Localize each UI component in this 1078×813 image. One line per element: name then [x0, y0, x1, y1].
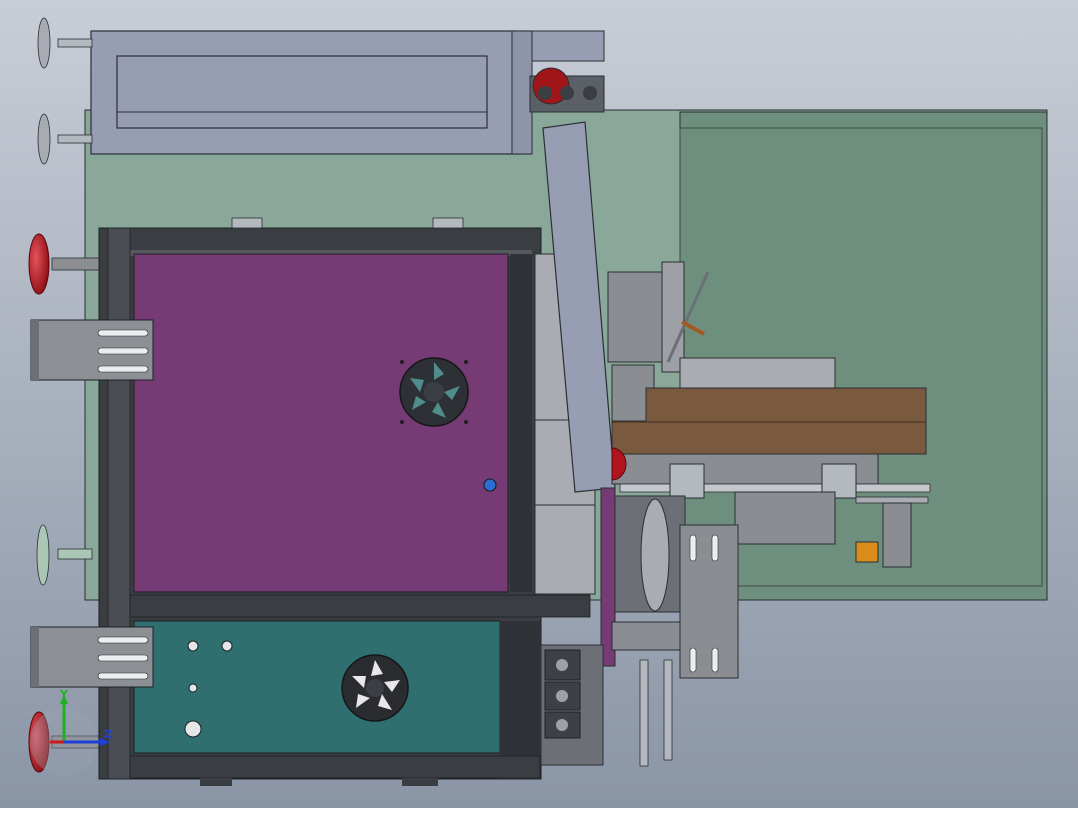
roller-hub-2	[560, 86, 574, 100]
bearing-block-1	[669, 463, 705, 499]
cad-viewport[interactable]: Y Z	[0, 0, 1078, 808]
slide-box	[679, 357, 836, 389]
pulley-disc	[640, 498, 670, 612]
blue-indicator	[483, 478, 497, 492]
triad-y-label: Y	[59, 688, 69, 701]
indicator-3	[188, 683, 198, 693]
wood-plank-bottom	[611, 421, 927, 455]
assembly-drawing: Y Z	[0, 0, 1078, 808]
top-guard-post	[511, 30, 533, 155]
wood-plank-top	[645, 387, 927, 423]
top-guard-bracket	[531, 30, 605, 62]
mechanism-block	[607, 271, 665, 363]
orange-motor	[855, 541, 879, 563]
top-guard-frame	[90, 30, 532, 155]
triad-z-label: Z	[104, 728, 112, 741]
right-plate-inner	[679, 127, 1043, 587]
top-tab-2	[432, 217, 464, 229]
bottom-frame	[129, 755, 541, 779]
rod-1	[639, 659, 649, 767]
roller-hub-3	[583, 86, 597, 100]
top-tab-1	[231, 217, 263, 229]
motor-hub-1	[556, 659, 568, 671]
purple-panel	[133, 253, 509, 593]
fan-upper	[399, 357, 469, 427]
teal-panel-side	[500, 621, 540, 779]
bracket-slot-4	[711, 647, 719, 673]
indicator-1	[187, 640, 199, 652]
frame-left-rail	[107, 227, 131, 780]
fan-lower	[341, 654, 409, 722]
bottom-tab-1	[200, 778, 232, 786]
mechanism-plate	[661, 261, 685, 373]
bracket-slot-2	[711, 534, 719, 562]
roller-hub-1	[538, 86, 552, 100]
motor-hub-2	[556, 690, 568, 702]
bracket-slot-3	[689, 647, 697, 673]
indicator-2	[221, 640, 233, 652]
bracket-slot-1	[689, 534, 697, 562]
bottom-tab-2	[402, 778, 438, 786]
rail-rod	[619, 483, 931, 493]
mount-bracket-lower	[30, 626, 154, 688]
right-clamp-bar	[855, 496, 929, 504]
rod-2	[663, 659, 673, 761]
mount-bracket-upper	[30, 319, 154, 381]
motor-hub-3	[556, 719, 568, 731]
right-clamp-block	[882, 502, 912, 568]
carriage-plate	[734, 491, 836, 545]
purple-panel-side	[510, 254, 532, 592]
indicator-4	[184, 720, 202, 738]
divider-beam	[129, 594, 591, 618]
